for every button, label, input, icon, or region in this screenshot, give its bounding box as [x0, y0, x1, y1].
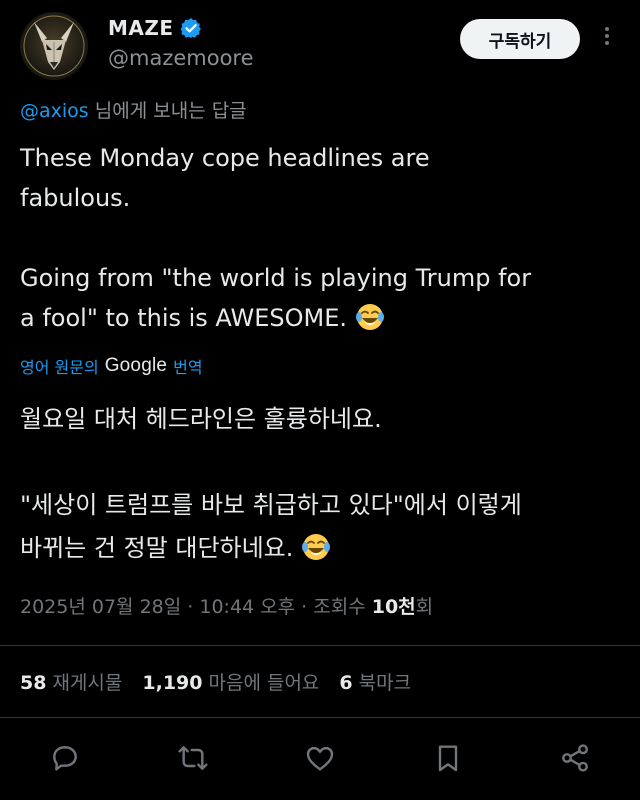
share-icon[interactable]	[555, 738, 595, 778]
display-name[interactable]: MAZE	[108, 16, 174, 40]
meta-separator: ·	[181, 596, 200, 618]
divider	[0, 645, 640, 646]
likes-label: 마음에 들어요	[208, 672, 320, 694]
divider	[0, 717, 640, 718]
google-logo-text: Google	[104, 355, 168, 376]
tweet-meta: 2025년 07월 28일 · 10:44 오후 · 조회수 10천회	[20, 592, 433, 619]
translated-text: 월요일 대처 헤드라인은 훌륭하네요. "세상이 트럼프를 바보 취급하고 있다…	[20, 405, 522, 562]
subscribe-button[interactable]: 구독하기	[460, 19, 580, 59]
reposts-label: 재게시물	[52, 672, 123, 694]
engagement-stats: 58 재게시물 1,190 마음에 들어요 6 북마크	[20, 668, 411, 695]
translated-body: 월요일 대처 헤드라인은 훌륭하네요. "세상이 트럼프를 바보 취급하고 있다…	[20, 398, 625, 570]
avatar[interactable]	[20, 12, 88, 80]
views-suffix: 회	[415, 596, 434, 618]
user-handle[interactable]: @mazemoore	[108, 46, 254, 70]
more-vertical-icon[interactable]	[598, 24, 616, 54]
reply-suffix: 님에게 보내는 답글	[88, 100, 247, 122]
views-label: 조회수	[313, 596, 372, 618]
tweet-time[interactable]: 10:44 오후	[199, 596, 295, 618]
bookmarks-stat[interactable]: 6 북마크	[339, 668, 411, 695]
like-icon[interactable]	[300, 738, 340, 778]
translation-attribution[interactable]: 영어 원문의 Google 번역	[20, 354, 203, 378]
reposts-stat[interactable]: 58 재게시물	[20, 668, 122, 695]
tears-of-joy-emoji-icon	[355, 304, 384, 330]
translation-prefix: 영어 원문의	[20, 358, 99, 377]
action-bar	[0, 728, 640, 788]
meta-separator: ·	[295, 596, 314, 618]
likes-count: 1,190	[142, 672, 203, 694]
name-row: MAZE	[108, 16, 202, 40]
reposts-count: 58	[20, 672, 47, 694]
verified-badge-icon	[180, 17, 202, 39]
tweet-date[interactable]: 2025년 07월 28일	[20, 596, 181, 618]
likes-stat[interactable]: 1,190 마음에 들어요	[142, 668, 319, 695]
reply-icon[interactable]	[45, 738, 85, 778]
repost-icon[interactable]	[173, 738, 213, 778]
bookmark-icon[interactable]	[428, 738, 468, 778]
tweet-header: MAZE @mazemoore 구독하기	[0, 0, 640, 92]
tweet-text: These Monday cope headlines are fabulous…	[20, 144, 532, 332]
bookmarks-label: 북마크	[358, 672, 412, 694]
tweet-body: These Monday cope headlines are fabulous…	[20, 138, 620, 338]
bookmarks-count: 6	[339, 672, 353, 694]
views-count: 10천	[371, 596, 416, 618]
tears-of-joy-emoji-icon	[302, 534, 331, 560]
reply-context: @axios 님에게 보내는 답글	[20, 96, 247, 123]
doberman-logo-icon	[23, 15, 85, 77]
reply-mention-link[interactable]: @axios	[20, 100, 89, 122]
translation-suffix: 번역	[173, 358, 203, 377]
